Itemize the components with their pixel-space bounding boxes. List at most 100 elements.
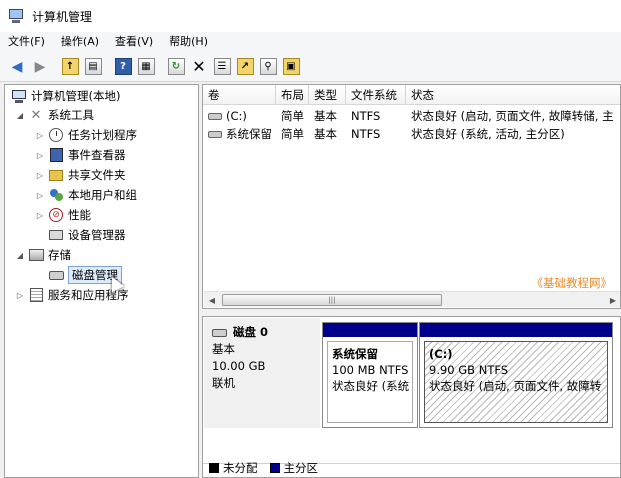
disk-header: 磁盘 0 — [212, 324, 312, 341]
tree-item-task-scheduler[interactable]: ▷ 任务计划程序 — [35, 125, 137, 145]
partition-body-selected: (C:) 9.90 GB NTFS 状态良好 (启动, 页面文件, 故障转 — [424, 341, 608, 423]
export-icon[interactable]: ▣ — [280, 56, 302, 78]
expand-arrow-icon[interactable]: ▷ — [35, 191, 45, 200]
volume-name: (C:) — [226, 109, 247, 123]
expand-arrow-icon[interactable]: ▷ — [15, 291, 25, 300]
disk-size: 10.00 GB — [212, 359, 266, 373]
menu-bar: 文件(F) 操作(A) 查看(V) 帮助(H) — [0, 32, 621, 52]
tree-label-storage: 存储 — [48, 248, 71, 262]
partition-system-reserved[interactable]: 系统保留 100 MB NTFS 状态良好 (系统 — [322, 322, 418, 428]
refresh-icon[interactable]: ↻ — [165, 56, 187, 78]
back-icon[interactable]: ◀ — [6, 56, 28, 78]
status-cell: 状态良好 (启动, 页面文件, 故障转储, 主 — [411, 109, 614, 123]
filesystem-cell: NTFS — [351, 127, 381, 141]
window-title: 计算机管理 — [32, 9, 93, 24]
column-header-layout[interactable]: 布局 — [276, 85, 309, 105]
scroll-thumb[interactable]: ||| — [222, 294, 442, 306]
expand-arrow-icon[interactable]: ▷ — [35, 171, 45, 180]
status-cell: 状态良好 (系统, 活动, 主分区) — [411, 127, 565, 141]
disk-graphical-view: 磁盘 0 基本 10.00 GB 联机 系统保留 100 MB NTFS 状态良… — [202, 316, 621, 478]
legend-item-unallocated: 未分配 — [209, 460, 258, 476]
title-bar: 计算机管理 — [0, 0, 621, 32]
toolbar-separator — [52, 56, 58, 78]
properties-icon[interactable]: ☰ — [211, 56, 233, 78]
tree-item-performance[interactable]: ▷ ⊘ 性能 — [35, 205, 91, 225]
horizontal-scrollbar[interactable]: ◀ ||| ▶ — [204, 291, 620, 308]
event-log-icon — [48, 147, 64, 163]
toolbar: ◀ ▶ ↑ ▤ ? ▦ ↻ ✕ ☰ ↗ ⚲ ▣ — [0, 52, 621, 82]
type-cell: 基本 — [314, 127, 337, 141]
collapse-arrow-icon[interactable]: ◢ — [15, 251, 25, 260]
legend-label-unallocated: 未分配 — [223, 461, 258, 475]
navigation-tree: 计算机管理(本地) ◢ ✕ 系统工具 ▷ 任务计划程序 ▷ 事件查看器 ▷ 共享… — [4, 84, 199, 478]
primary-partition-bar — [420, 323, 612, 337]
legend-item-primary: 主分区 — [269, 460, 319, 476]
disk-status: 联机 — [212, 376, 235, 390]
toolbar-separator — [105, 56, 111, 78]
disk-info-panel[interactable]: 磁盘 0 基本 10.00 GB 联机 — [204, 318, 320, 428]
legend: 未分配 主分区 — [209, 460, 330, 476]
scroll-left-arrow-icon[interactable]: ◀ — [204, 292, 220, 308]
primary-swatch — [269, 463, 280, 473]
forward-icon[interactable]: ▶ — [29, 56, 51, 78]
column-header-filesystem[interactable]: 文件系统 — [346, 85, 406, 105]
table-row[interactable]: (C:) 简单 基本 NTFS 状态良好 (启动, 页面文件, 故障转储, 主 — [203, 107, 620, 125]
filesystem-cell: NTFS — [351, 109, 381, 123]
partition-body: 系统保留 100 MB NTFS 状态良好 (系统 — [327, 341, 413, 423]
legend-label-primary: 主分区 — [283, 461, 319, 475]
menu-help[interactable]: 帮助(H) — [161, 32, 216, 52]
clock-icon — [48, 127, 64, 143]
tree-item-root[interactable]: 计算机管理(本地) — [11, 86, 120, 106]
volume-list: 卷 布局 类型 文件系统 状态 (C:) 简单 基本 NTFS 状态良好 (启动… — [202, 84, 621, 309]
expand-arrow-icon[interactable]: ▷ — [35, 131, 45, 140]
help-icon[interactable]: ? — [112, 56, 134, 78]
partition-name: (C:) — [429, 347, 453, 361]
menu-file[interactable]: 文件(F) — [0, 32, 53, 52]
table-row[interactable]: 系统保留 简单 基本 NTFS 状态良好 (系统, 活动, 主分区) — [203, 125, 620, 143]
partition-name: 系统保留 — [332, 347, 378, 361]
volume-disk-icon — [208, 130, 222, 138]
tree-label-event-viewer: 事件查看器 — [68, 148, 126, 162]
tree-item-event-viewer[interactable]: ▷ 事件查看器 — [35, 145, 126, 165]
show-tree-icon[interactable]: ▤ — [82, 56, 104, 78]
partition-size: 100 MB NTFS — [332, 363, 409, 377]
volume-name: 系统保留 — [226, 127, 272, 141]
watermark-text: 《基础教程网》 — [531, 276, 613, 290]
search-icon[interactable]: ⚲ — [257, 56, 279, 78]
tree-label-root: 计算机管理(本地) — [31, 89, 121, 103]
scroll-right-arrow-icon[interactable]: ▶ — [605, 292, 620, 308]
partition-c-drive[interactable]: (C:) 9.90 GB NTFS 状态良好 (启动, 页面文件, 故障转 — [419, 322, 613, 428]
layout-cell: 简单 — [281, 109, 304, 123]
tree-item-device-manager[interactable]: 设备管理器 — [48, 225, 126, 245]
tree-item-local-users[interactable]: ▷ 本地用户和组 — [35, 185, 137, 205]
tree-label-performance: 性能 — [68, 208, 91, 222]
up-folder-icon[interactable]: ↑ — [59, 56, 81, 78]
disk-type: 基本 — [212, 342, 235, 356]
performance-icon: ⊘ — [48, 207, 64, 223]
tree-item-system-tools[interactable]: ◢ ✕ 系统工具 — [15, 105, 94, 125]
menu-action[interactable]: 操作(A) — [53, 32, 107, 52]
partition-size: 9.90 GB NTFS — [429, 363, 509, 377]
tree-label-shared-folders: 共享文件夹 — [68, 168, 126, 182]
tree-item-storage[interactable]: ◢ 存储 — [15, 245, 71, 265]
volume-disk-icon — [208, 112, 222, 120]
column-header-type[interactable]: 类型 — [309, 85, 346, 105]
tree-label-local-users: 本地用户和组 — [68, 188, 137, 202]
storage-icon — [28, 247, 44, 263]
open-icon[interactable]: ↗ — [234, 56, 256, 78]
collapse-arrow-icon[interactable]: ◢ — [15, 111, 25, 120]
delete-icon[interactable]: ✕ — [188, 56, 210, 78]
menu-view[interactable]: 查看(V) — [107, 32, 161, 52]
expand-arrow-icon[interactable]: ▷ — [35, 151, 45, 160]
unallocated-swatch — [209, 463, 219, 473]
volume-cell: (C:) — [203, 107, 276, 125]
expand-arrow-icon[interactable]: ▷ — [35, 211, 45, 220]
action-pane-icon[interactable]: ▦ — [135, 56, 157, 78]
tree-item-shared-folders[interactable]: ▷ 共享文件夹 — [35, 165, 126, 185]
computer-icon — [11, 88, 27, 104]
column-header-status[interactable]: 状态 — [406, 85, 620, 105]
content-pane: 卷 布局 类型 文件系统 状态 (C:) 简单 基本 NTFS 状态良好 (启动… — [202, 84, 621, 478]
layout-cell: 简单 — [281, 127, 304, 141]
column-header-volume[interactable]: 卷 — [203, 85, 276, 105]
disk-icon — [212, 328, 227, 337]
